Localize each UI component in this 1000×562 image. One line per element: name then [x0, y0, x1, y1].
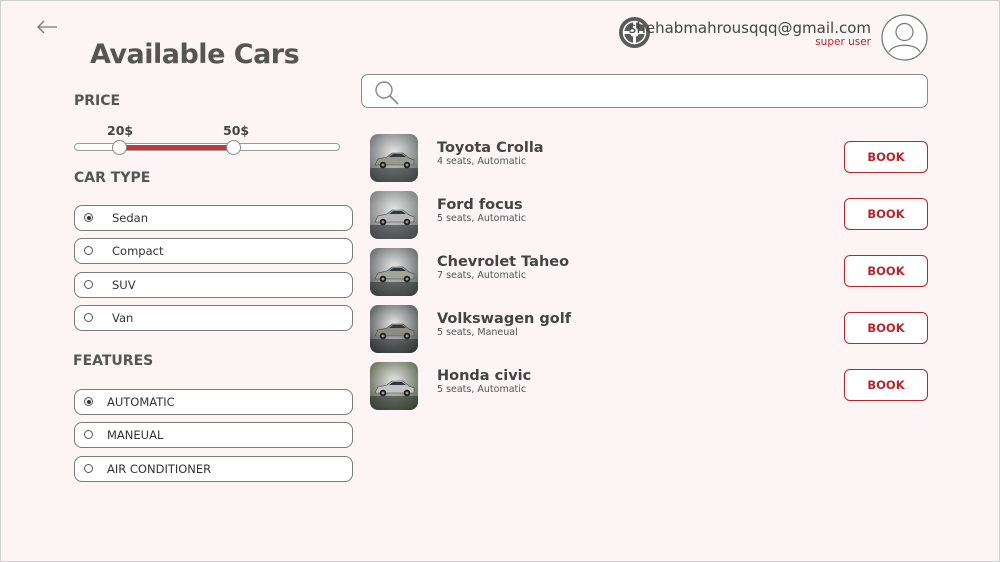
- car-thumbnail: [370, 248, 418, 296]
- price-slider-min-handle[interactable]: [111, 140, 127, 155]
- book-button[interactable]: BOOK: [844, 141, 928, 173]
- car-list-item: Volkswagen golf 5 seats, Maneual BOOK: [370, 305, 928, 353]
- search-box[interactable]: [361, 74, 928, 108]
- option-label: MANEUAL: [107, 428, 164, 442]
- price-slider-fill: [120, 145, 235, 150]
- option-label: Sedan: [112, 211, 149, 225]
- features-heading: FEATURES: [73, 353, 154, 369]
- car-name: Honda civic: [437, 368, 532, 384]
- option-label: SUV: [112, 278, 136, 292]
- car-type-heading: CAR TYPE: [74, 170, 151, 186]
- car-photo-icon: [370, 248, 418, 296]
- search-icon: [375, 81, 399, 105]
- book-button[interactable]: BOOK: [844, 369, 928, 401]
- radio-icon: [84, 464, 93, 473]
- radio-icon: [84, 313, 93, 322]
- car-name: Chevrolet Taheo: [437, 254, 570, 270]
- radio-icon: [84, 246, 93, 255]
- avatar[interactable]: [881, 14, 928, 61]
- option-label: Compact: [112, 244, 164, 258]
- car-name: Volkswagen golf: [437, 311, 572, 327]
- price-heading: PRICE: [74, 93, 121, 109]
- radio-icon: [84, 213, 93, 222]
- car-type-option-compact[interactable]: Compact: [74, 238, 353, 264]
- price-slider-max-handle[interactable]: [226, 140, 242, 155]
- feature-option-air-conditioner[interactable]: AIR CONDITIONER: [74, 456, 353, 482]
- car-type-option-suv[interactable]: SUV: [74, 272, 353, 298]
- car-list-item: Honda civic 5 seats, Automatic BOOK: [370, 362, 928, 410]
- car-thumbnail: [370, 191, 418, 239]
- car-specs: 7 seats, Automatic: [437, 270, 527, 281]
- price-max-label: 50$: [223, 123, 250, 138]
- car-name: Ford focus: [437, 197, 523, 213]
- car-list-item: Chevrolet Taheo 7 seats, Automatic BOOK: [370, 248, 928, 296]
- car-photo-icon: [370, 191, 418, 239]
- arrow-left-icon: [37, 20, 57, 34]
- car-name: Toyota Crolla: [437, 140, 544, 156]
- car-list-item: Ford focus 5 seats, Automatic BOOK: [370, 191, 928, 239]
- option-label: AIR CONDITIONER: [107, 462, 212, 476]
- car-type-option-van[interactable]: Van: [74, 305, 353, 331]
- book-button[interactable]: BOOK: [844, 312, 928, 344]
- car-thumbnail: [370, 362, 418, 410]
- user-role: super user: [815, 36, 871, 48]
- book-button[interactable]: BOOK: [844, 198, 928, 230]
- car-photo-icon: [370, 305, 418, 353]
- option-label: AUTOMATIC: [107, 395, 175, 409]
- car-photo-icon: [370, 134, 418, 182]
- car-type-option-sedan[interactable]: Sedan: [74, 205, 353, 231]
- price-min-label: 20$: [107, 123, 134, 138]
- car-specs: 5 seats, Automatic: [437, 384, 527, 395]
- book-button[interactable]: BOOK: [844, 255, 928, 287]
- radio-icon: [84, 397, 93, 406]
- car-thumbnail: [370, 134, 418, 182]
- user-avatar-icon: [881, 14, 928, 61]
- radio-icon: [84, 430, 93, 439]
- page-title: Available Cars: [90, 39, 300, 70]
- car-specs: 4 seats, Automatic: [437, 156, 527, 167]
- car-specs: 5 seats, Maneual: [437, 327, 518, 338]
- car-list-item: Toyota Crolla 4 seats, Automatic BOOK: [370, 134, 928, 182]
- radio-icon: [84, 280, 93, 289]
- feature-option-maneual[interactable]: MANEUAL: [74, 422, 353, 448]
- car-photo-icon: [370, 362, 418, 410]
- search-input[interactable]: [406, 79, 916, 103]
- back-button[interactable]: [35, 15, 59, 39]
- car-thumbnail: [370, 305, 418, 353]
- user-email: shehabmahrousqqq@gmail.com: [628, 19, 871, 37]
- option-label: Van: [112, 311, 134, 325]
- feature-option-automatic[interactable]: AUTOMATIC: [74, 389, 353, 415]
- car-specs: 5 seats, Automatic: [437, 213, 527, 224]
